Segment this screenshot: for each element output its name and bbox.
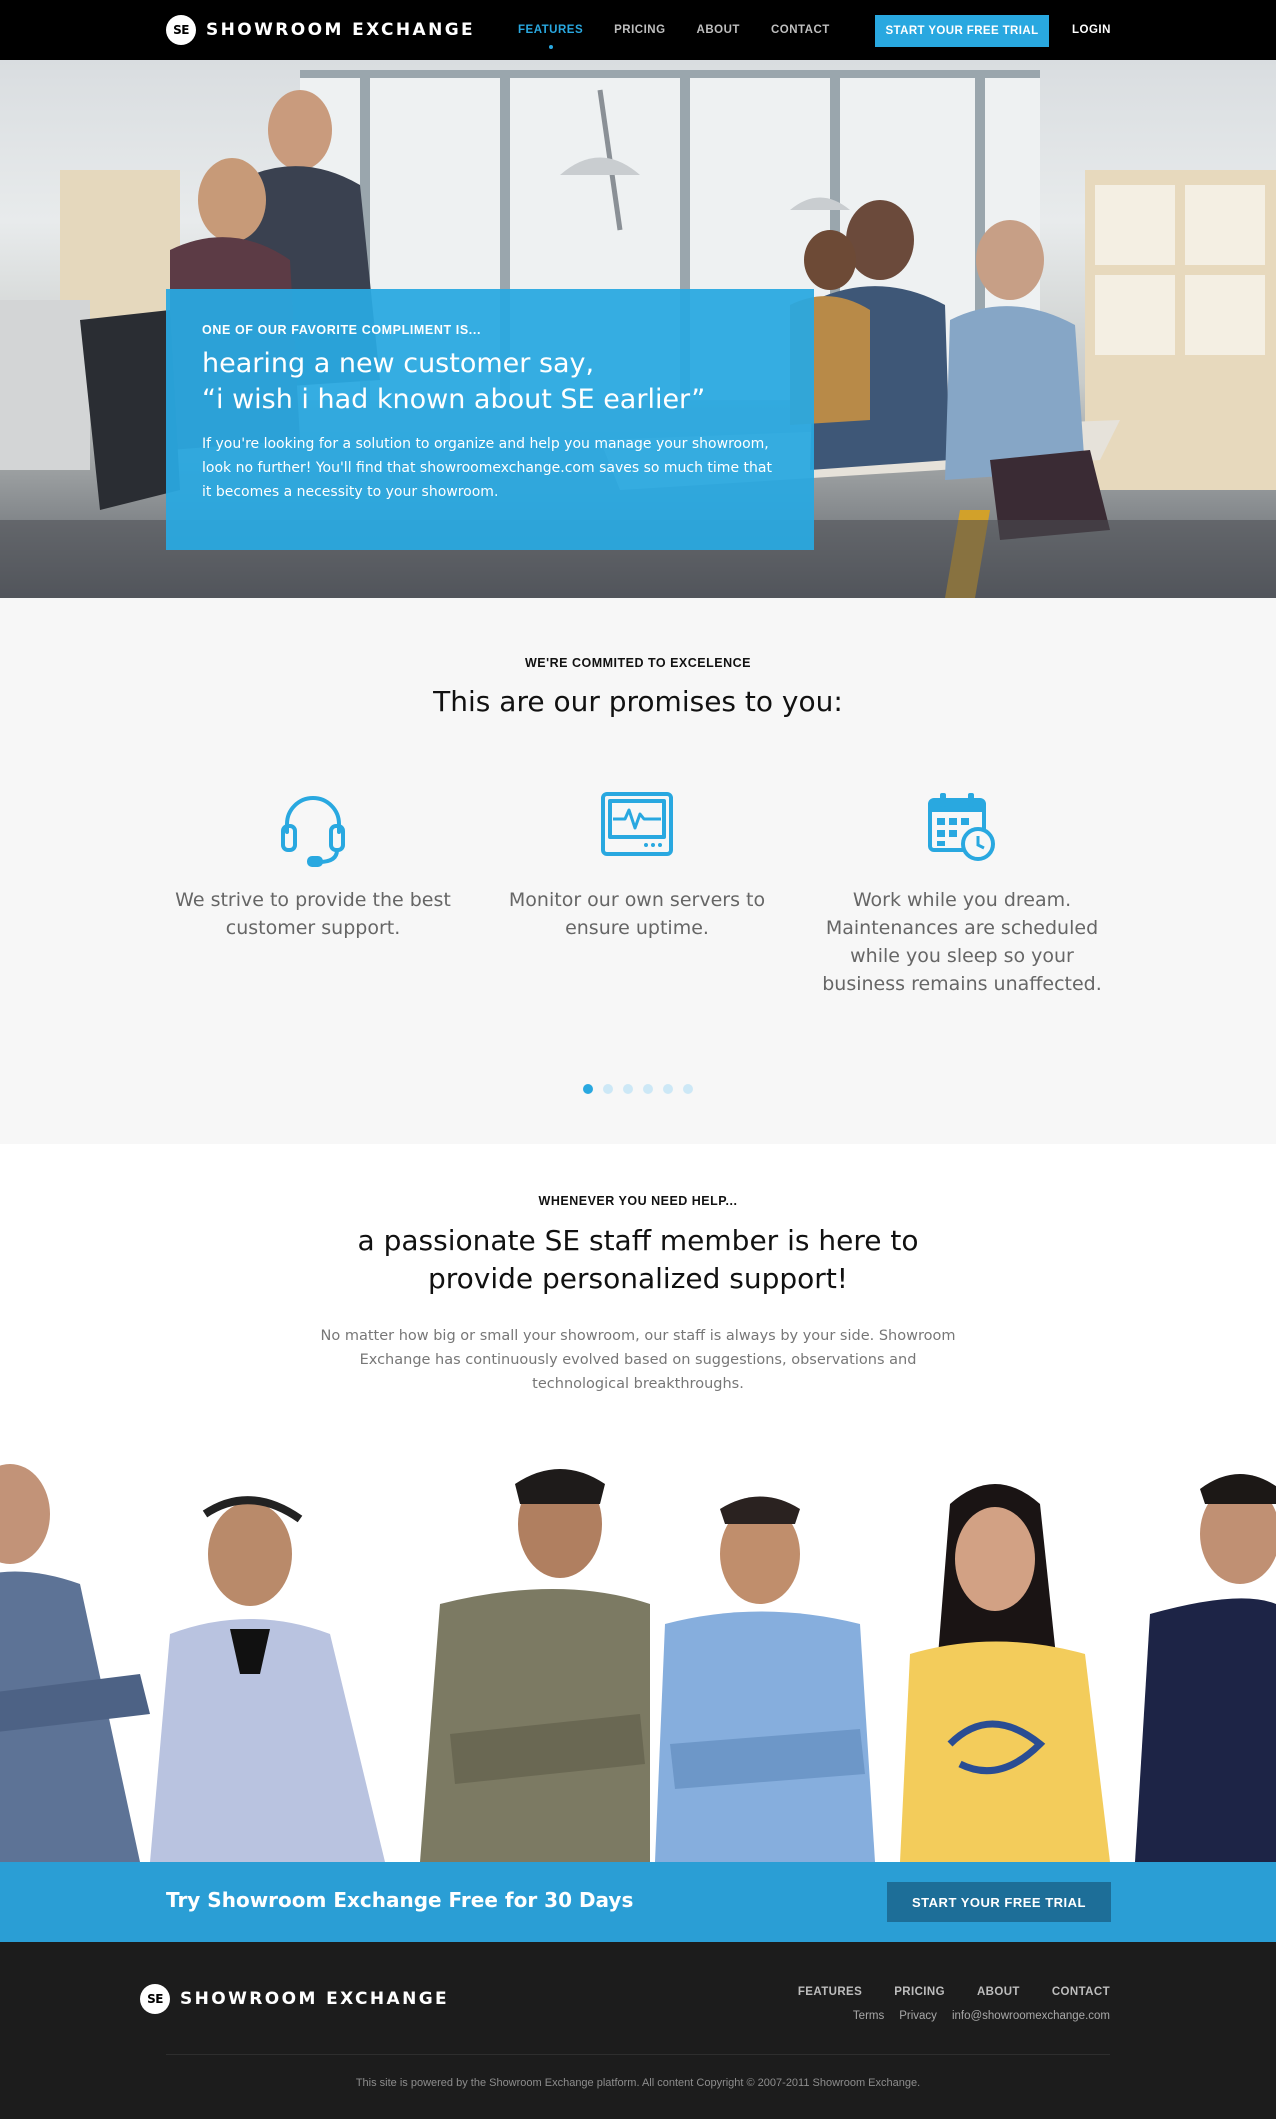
footer-link-about[interactable]: ABOUT [977, 1986, 1020, 1998]
footer-link-terms[interactable]: Terms [853, 2010, 884, 2022]
footer-secondary-links: Terms Privacy info@showroomexchange.com [838, 2010, 1110, 2022]
support-description: No matter how big or small your showroom… [320, 1328, 956, 1392]
logo-mark: SE [140, 1984, 170, 2014]
monitor-icon [487, 788, 787, 872]
feature-support: We strive to provide the best customer s… [163, 788, 463, 942]
footer-link-pricing[interactable]: PRICING [894, 1986, 945, 1998]
top-navbar: SE SHOWROOM EXCHANGE FEATURES PRICING AB… [0, 0, 1276, 60]
feature-text: Monitor our own servers to ensure uptime… [508, 889, 766, 939]
team-photo [0, 1464, 1276, 1862]
pager-dot[interactable] [683, 1084, 693, 1094]
trial-cta-bar: Try Showroom Exchange Free for 30 Days S… [0, 1862, 1276, 1942]
feature-maintenance: Work while you dream. Maintenances are s… [812, 788, 1112, 998]
footer: SE SHOWROOM EXCHANGE FEATURES PRICING AB… [0, 1942, 1276, 2119]
pager-dot[interactable] [623, 1084, 633, 1094]
headset-icon [163, 788, 463, 872]
start-trial-button[interactable]: START YOUR FREE TRIAL [875, 15, 1049, 47]
promises-kicker: WE'RE COMMITED TO EXCELENCE [525, 656, 751, 670]
promises-title: This are our promises to you: [433, 685, 843, 718]
nav-link-contact[interactable]: CONTACT [771, 24, 830, 36]
hero-callout: ONE OF OUR FAVORITE COMPLIMENT IS... hea… [166, 289, 814, 550]
hero-description: If you're looking for a solution to orga… [202, 436, 772, 500]
pager-dot[interactable] [603, 1084, 613, 1094]
footer-nav: FEATURES PRICING ABOUT CONTACT [766, 1986, 1110, 1998]
nav-link-pricing[interactable]: PRICING [614, 24, 665, 36]
copyright-text: This site is powered by the Showroom Exc… [355, 2077, 921, 2089]
brand-name: SHOWROOM EXCHANGE [206, 20, 476, 40]
hero-title-line: hearing a new customer say, [202, 348, 595, 379]
support-kicker: WHENEVER YOU NEED HELP... [538, 1194, 738, 1208]
footer-link-email[interactable]: info@showroomexchange.com [952, 2010, 1110, 2022]
feature-monitoring: Monitor our own servers to ensure uptime… [487, 788, 787, 942]
hero-kicker: ONE OF OUR FAVORITE COMPLIMENT IS... [202, 323, 482, 337]
nav-link-label: FEATURES [518, 24, 584, 36]
brand-name: SHOWROOM EXCHANGE [180, 1989, 450, 2009]
carousel-pager [583, 1084, 703, 1094]
logo-mark: SE [166, 15, 196, 45]
main-nav: FEATURES PRICING ABOUT CONTACT [518, 0, 861, 60]
footer-link-contact[interactable]: CONTACT [1052, 1986, 1110, 1998]
hero-section: ONE OF OUR FAVORITE COMPLIMENT IS... hea… [0, 60, 1276, 598]
hero-title: hearing a new customer say, “i wish i ha… [202, 346, 778, 418]
calendar-clock-icon [812, 788, 1112, 872]
footer-divider [166, 2054, 1110, 2055]
feature-text: Work while you dream. Maintenances are s… [822, 889, 1102, 995]
pager-dot[interactable] [643, 1084, 653, 1094]
promises-section: WE'RE COMMITED TO EXCELENCE This are our… [0, 598, 1276, 1144]
feature-text: We strive to provide the best customer s… [175, 889, 451, 939]
start-trial-button[interactable]: START YOUR FREE TRIAL [887, 1882, 1111, 1922]
pager-dot[interactable] [583, 1084, 593, 1094]
nav-link-about[interactable]: ABOUT [697, 24, 740, 36]
footer-link-privacy[interactable]: Privacy [899, 2010, 937, 2022]
footer-logo[interactable]: SE SHOWROOM EXCHANGE [140, 1984, 449, 2014]
login-link[interactable]: LOGIN [1072, 24, 1111, 36]
hero-title-line: “i wish i had known about SE earlier” [202, 384, 706, 415]
support-title: a passionate SE staff member is here to … [0, 1222, 1276, 1298]
pager-dot[interactable] [663, 1084, 673, 1094]
support-title-line: a passionate SE staff member is here to [357, 1224, 919, 1257]
active-indicator [548, 45, 553, 49]
cta-headline: Try Showroom Exchange Free for 30 Days [166, 1888, 634, 1912]
nav-link-features[interactable]: FEATURES [518, 24, 584, 49]
support-title-line: provide personalized support! [427, 1262, 849, 1295]
support-section: WHENEVER YOU NEED HELP... a passionate S… [0, 1144, 1276, 1862]
brand-logo[interactable]: SE SHOWROOM EXCHANGE [166, 14, 475, 46]
footer-link-features[interactable]: FEATURES [798, 1986, 862, 1998]
